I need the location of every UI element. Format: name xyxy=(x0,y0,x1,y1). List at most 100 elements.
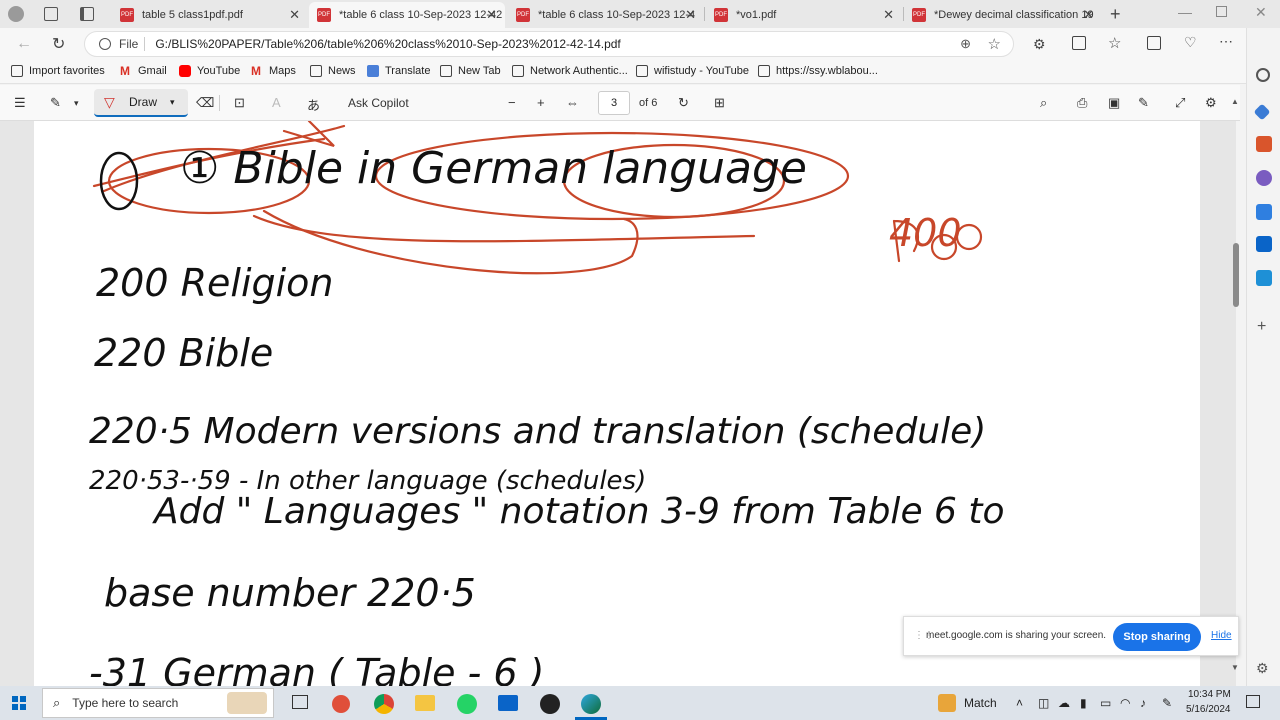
ask-copilot-button[interactable]: Ask Copilot xyxy=(348,96,409,110)
tools-icon[interactable] xyxy=(1256,136,1272,152)
scroll-down-icon[interactable]: ▼ xyxy=(1231,663,1239,672)
new-tab-plus-icon[interactable]: + xyxy=(1110,4,1121,25)
page-number-input[interactable]: 3 xyxy=(598,91,630,115)
maximize-icon[interactable] xyxy=(1216,6,1227,17)
outlook-icon[interactable] xyxy=(1256,236,1272,252)
zoom-in-icon[interactable]: + xyxy=(537,95,545,110)
clock-time[interactable]: 10:34 PM xyxy=(1188,689,1231,700)
rotate-icon[interactable]: ↻ xyxy=(678,95,689,111)
eraser-icon[interactable]: ⌫ xyxy=(196,95,214,111)
draw-button[interactable]: ▽ Draw ▾ xyxy=(94,89,188,117)
fav-wifistudy[interactable]: wifistudy - YouTube xyxy=(636,65,749,77)
address-bar[interactable]: File G:/BLIS%20PAPER/Table%206/table%206… xyxy=(84,31,1014,57)
weather-icon[interactable] xyxy=(938,694,956,712)
network-icon[interactable]: ▭ xyxy=(1100,696,1111,710)
read-aloud-icon[interactable]: あ xyxy=(307,95,320,114)
task-view-icon[interactable] xyxy=(292,695,308,709)
search-icon[interactable] xyxy=(1256,68,1270,82)
add-text-icon[interactable]: ⊡ xyxy=(234,95,245,111)
fav-gmail[interactable]: M Gmail xyxy=(120,65,167,77)
sidebar-settings-icon[interactable]: ⚙ xyxy=(1256,660,1269,677)
stop-sharing-button[interactable]: Stop sharing xyxy=(1113,623,1201,651)
close-icon[interactable]: ✕ xyxy=(289,7,300,23)
collections-icon[interactable] xyxy=(1147,36,1161,50)
save-icon[interactable]: ▣ xyxy=(1108,95,1120,111)
tab-vo1[interactable]: PDF *vo1.pdf ✕ xyxy=(706,2,902,28)
highlight-icon[interactable]: ✎ xyxy=(50,95,61,111)
shopping-tag-icon[interactable] xyxy=(1253,103,1271,121)
close-icon[interactable]: ✕ xyxy=(883,7,894,23)
vertical-tabs-icon[interactable] xyxy=(80,7,94,21)
fav-newtab[interactable]: New Tab xyxy=(440,65,501,77)
favorites-icon[interactable]: ☆ xyxy=(1108,34,1121,52)
fullscreen-icon[interactable]: ⤢ xyxy=(1175,95,1185,111)
fav-network-auth[interactable]: Network Authentic... xyxy=(512,65,628,77)
search-icon[interactable]: ⌕ xyxy=(1040,95,1047,111)
mail-icon[interactable] xyxy=(498,695,518,711)
page-view-icon[interactable]: ⊞ xyxy=(714,95,725,111)
extensions-icon[interactable]: ⚙ xyxy=(1033,36,1046,53)
battery-icon[interactable]: ▮ xyxy=(1080,696,1087,710)
settings-gear-icon[interactable]: ⚙ xyxy=(1205,95,1217,111)
fav-maps[interactable]: M Maps xyxy=(251,65,296,77)
close-icon[interactable]: ✕ xyxy=(486,7,497,23)
refresh-icon[interactable]: ↻ xyxy=(52,34,65,54)
zoom-icon[interactable]: ⊕ xyxy=(960,36,971,52)
games-icon[interactable] xyxy=(1256,170,1272,186)
notifications-icon[interactable] xyxy=(1246,695,1260,708)
edge-icon[interactable] xyxy=(581,694,601,714)
scroll-up-icon[interactable]: ▲ xyxy=(1231,97,1239,106)
tab-table6-active[interactable]: PDF *table 6 class 10-Sep-2023 12-42 ✕ xyxy=(309,2,505,28)
cloud-icon[interactable]: ☁ xyxy=(1058,696,1070,710)
wifi-icon[interactable]: ◠ xyxy=(1120,696,1130,710)
file-explorer-icon[interactable] xyxy=(415,695,435,711)
fav-import[interactable]: Import favorites xyxy=(11,65,105,77)
back-arrow-icon[interactable]: ← xyxy=(16,35,32,53)
document-viewer[interactable]: ① Bible in German language 200 Religion … xyxy=(0,121,1236,686)
add-sidebar-icon[interactable]: + xyxy=(1257,318,1266,336)
print-icon[interactable]: ⎙ xyxy=(1077,95,1087,111)
minimize-icon[interactable]: — xyxy=(1178,4,1192,20)
info-icon[interactable] xyxy=(99,38,111,50)
volume-icon[interactable]: ♪ xyxy=(1140,696,1146,710)
chrome-icon[interactable] xyxy=(374,694,394,714)
windows-start-icon[interactable] xyxy=(12,696,26,710)
hide-link[interactable]: Hide xyxy=(1211,630,1232,641)
close-icon[interactable]: ✕ xyxy=(685,7,696,23)
fit-page-icon[interactable]: ⇔ xyxy=(566,95,579,110)
tray-icon[interactable]: ◫ xyxy=(1038,696,1049,710)
drop-icon[interactable] xyxy=(1256,270,1272,286)
scrollbar-thumb[interactable] xyxy=(1233,243,1239,307)
app-icon[interactable] xyxy=(540,694,560,714)
address-url[interactable]: G:/BLIS%20PAPER/Table%206/table%206%20cl… xyxy=(155,37,620,51)
split-screen-icon[interactable] xyxy=(1072,36,1086,50)
fav-news[interactable]: News xyxy=(310,65,356,77)
whatsapp-icon[interactable] xyxy=(457,694,477,714)
pen-icon[interactable]: ✎ xyxy=(1162,696,1172,710)
text-format-icon[interactable]: A xyxy=(272,95,281,110)
tab-dewey[interactable]: PDF *Dewey decimal classification 19 ✕ xyxy=(904,2,1102,28)
more-menu-icon[interactable]: ⋯ xyxy=(1219,33,1233,50)
window-close-icon[interactable]: ✕ xyxy=(1255,4,1267,21)
chevron-up-icon[interactable]: ˄ xyxy=(1016,696,1023,710)
clock-date[interactable]: 5/16/2024 xyxy=(1186,704,1231,715)
profile-avatar-icon[interactable] xyxy=(8,6,24,22)
vertical-scrollbar[interactable]: ▲ ▼ xyxy=(1231,95,1241,680)
fav-youtube[interactable]: YouTube xyxy=(179,65,240,77)
app-icon[interactable] xyxy=(332,695,350,713)
contents-list-icon[interactable]: ☰ xyxy=(14,95,26,111)
favorite-star-icon[interactable]: ☆ xyxy=(988,35,1001,53)
chevron-down-icon[interactable]: ▾ xyxy=(74,98,79,109)
close-icon[interactable]: ✕ xyxy=(1083,7,1094,23)
fav-ssy[interactable]: https://ssy.wblabou... xyxy=(758,65,878,77)
microsoft365-icon[interactable] xyxy=(1256,204,1272,220)
zoom-out-icon[interactable]: − xyxy=(508,95,516,110)
tab-table5[interactable]: PDF table 5 class1pdf.pdf ✕ xyxy=(112,2,308,28)
save-as-icon[interactable]: ✎ xyxy=(1138,95,1149,111)
workspaces-icon[interactable] xyxy=(44,7,58,21)
browser-essentials-icon[interactable]: ♡ xyxy=(1184,34,1197,51)
taskbar-search-box[interactable]: ⌕ Type here to search xyxy=(42,688,274,718)
tab-table6-copy[interactable]: PDF *table 6 class 10-Sep-2023 12-4 ✕ xyxy=(508,2,704,28)
weather-label[interactable]: Match xyxy=(964,696,997,710)
fav-translate[interactable]: Translate xyxy=(367,65,430,77)
